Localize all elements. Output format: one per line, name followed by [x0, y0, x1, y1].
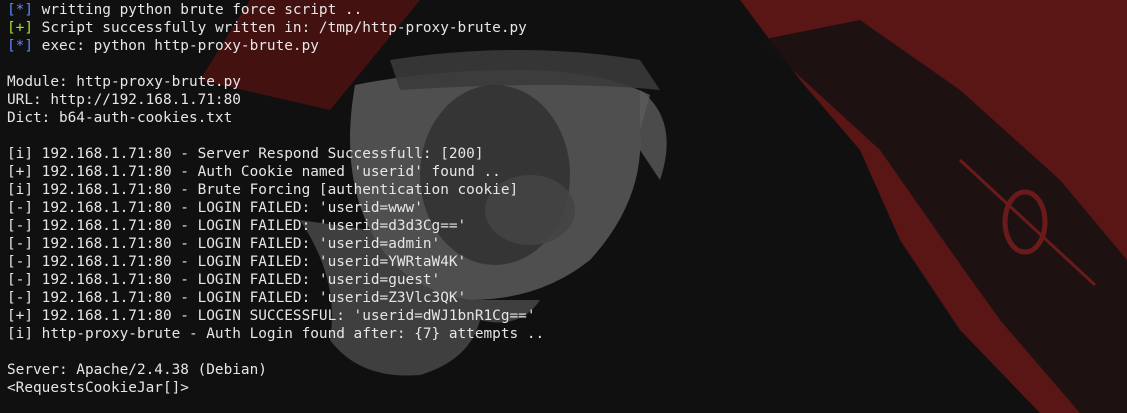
terminal-line-text: Dict: b64-auth-cookies.txt: [7, 110, 233, 126]
terminal-line-text: Server: Apache/2.4.38 (Debian): [7, 362, 267, 378]
terminal-line-text: [i] 192.168.1.71:80 - Server Respond Suc…: [7, 146, 484, 162]
terminal-line-text: Script successfully written in: /tmp/htt…: [33, 20, 527, 36]
terminal-line-text: [-] 192.168.1.71:80 - LOGIN FAILED: 'use…: [7, 218, 467, 234]
terminal-line: [-] 192.168.1.71:80 - LOGIN FAILED: 'use…: [7, 235, 544, 253]
terminal-output: [*] writting python brute force script .…: [7, 1, 544, 397]
terminal-line: [i] 192.168.1.71:80 - Brute Forcing [aut…: [7, 181, 544, 199]
terminal-line: [+] Script successfully written in: /tmp…: [7, 19, 544, 37]
terminal-line: [+] 192.168.1.71:80 - Auth Cookie named …: [7, 163, 544, 181]
terminal-line-text: [-] 192.168.1.71:80 - LOGIN FAILED: 'use…: [7, 290, 467, 306]
terminal-line-text: [-] 192.168.1.71:80 - LOGIN FAILED: 'use…: [7, 272, 441, 288]
terminal-line-text: [-] 192.168.1.71:80 - LOGIN FAILED: 'use…: [7, 200, 423, 216]
terminal-line-text: [+] 192.168.1.71:80 - LOGIN SUCCESSFUL: …: [7, 308, 536, 324]
terminal-line: Module: http-proxy-brute.py: [7, 73, 544, 91]
terminal-line: [*] writting python brute force script .…: [7, 1, 544, 19]
terminal-line: <RequestsCookieJar[]>: [7, 379, 544, 397]
terminal-line: [-] 192.168.1.71:80 - LOGIN FAILED: 'use…: [7, 253, 544, 271]
terminal-line: [-] 192.168.1.71:80 - LOGIN FAILED: 'use…: [7, 217, 544, 235]
terminal-line: [-] 192.168.1.71:80 - LOGIN FAILED: 'use…: [7, 271, 544, 289]
terminal-line-text: [-] 192.168.1.71:80 - LOGIN FAILED: 'use…: [7, 254, 467, 270]
terminal-line-prefix: [*]: [7, 2, 33, 18]
terminal-line: Server: Apache/2.4.38 (Debian): [7, 361, 544, 379]
terminal-line: URL: http://192.168.1.71:80: [7, 91, 544, 109]
terminal-line-text: Module: http-proxy-brute.py: [7, 74, 241, 90]
terminal-line-text: [-] 192.168.1.71:80 - LOGIN FAILED: 'use…: [7, 236, 441, 252]
terminal-line: [-] 192.168.1.71:80 - LOGIN FAILED: 'use…: [7, 199, 544, 217]
terminal-line: [i] 192.168.1.71:80 - Server Respond Suc…: [7, 145, 544, 163]
terminal-line-text: [+] 192.168.1.71:80 - Auth Cookie named …: [7, 164, 501, 180]
terminal-line: [-] 192.168.1.71:80 - LOGIN FAILED: 'use…: [7, 289, 544, 307]
terminal-line-text: exec: python http-proxy-brute.py: [33, 38, 319, 54]
terminal-line: [*] exec: python http-proxy-brute.py: [7, 37, 544, 55]
terminal-line: [i] http-proxy-brute - Auth Login found …: [7, 325, 544, 343]
terminal-line-text: <RequestsCookieJar[]>: [7, 380, 189, 396]
terminal-line-prefix: [+]: [7, 20, 33, 36]
terminal-line-prefix: [*]: [7, 38, 33, 54]
terminal-line-text: URL: http://192.168.1.71:80: [7, 92, 241, 108]
terminal-line-text: [i] http-proxy-brute - Auth Login found …: [7, 326, 545, 342]
terminal-line-text: writting python brute force script ..: [33, 2, 363, 18]
terminal-line-text: [i] 192.168.1.71:80 - Brute Forcing [aut…: [7, 182, 519, 198]
terminal-line: [+] 192.168.1.71:80 - LOGIN SUCCESSFUL: …: [7, 307, 544, 325]
terminal-line: Dict: b64-auth-cookies.txt: [7, 109, 544, 127]
